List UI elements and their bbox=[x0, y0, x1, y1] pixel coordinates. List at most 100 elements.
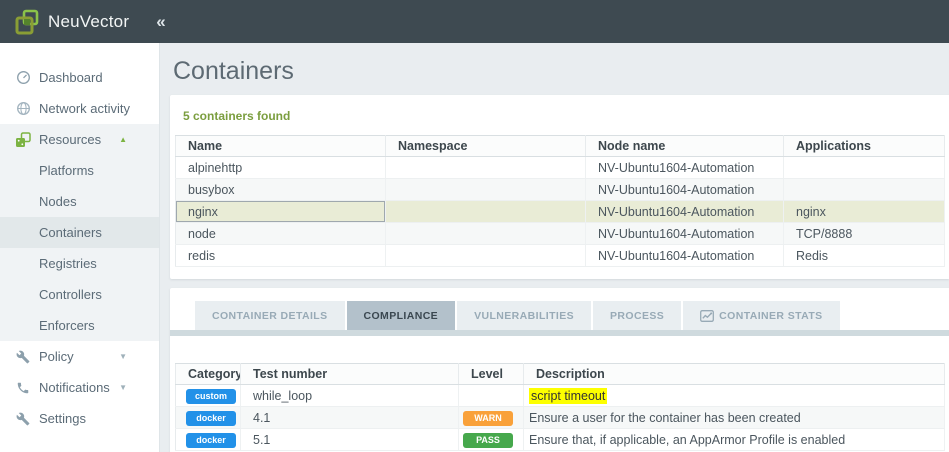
table-row-redis[interactable]: redis NV-Ubuntu1604-Automation Redis bbox=[175, 244, 945, 267]
sidebar-item-controllers[interactable]: Controllers bbox=[0, 279, 159, 310]
sidebar-item-policy[interactable]: Policy ▼ bbox=[0, 341, 159, 372]
compliance-table-header: Category Test number Level Description bbox=[175, 363, 945, 385]
cell-name[interactable]: node bbox=[175, 222, 386, 245]
column-header-category[interactable]: Category bbox=[175, 363, 241, 385]
page-title: Containers bbox=[173, 57, 294, 85]
cell-node-name[interactable]: NV-Ubuntu1604-Automation bbox=[585, 178, 784, 201]
sidebar-item-network-activity[interactable]: Network activity bbox=[0, 93, 159, 124]
tab-strip-divider bbox=[170, 330, 949, 336]
table-row-alpinehttp[interactable]: alpinehttp NV-Ubuntu1604-Automation bbox=[175, 156, 945, 179]
sidebar-item-label: Enforcers bbox=[39, 318, 95, 333]
chevron-up-icon[interactable]: ▲ bbox=[119, 135, 127, 144]
tab-vulnerabilities[interactable]: VULNERABILITIES bbox=[457, 301, 592, 330]
phone-icon bbox=[15, 380, 31, 396]
brand-title: NeuVector bbox=[48, 11, 130, 31]
sidebar-item-label: Containers bbox=[39, 225, 102, 240]
tab-process[interactable]: PROCESS bbox=[593, 301, 682, 330]
cell-namespace[interactable] bbox=[385, 156, 586, 179]
cell-name-focused[interactable]: nginx bbox=[175, 200, 386, 223]
sidebar-item-label: Nodes bbox=[39, 194, 77, 209]
sidebar-item-label: Registries bbox=[39, 256, 97, 271]
sidebar-item-dashboard[interactable]: Dashboard bbox=[0, 62, 159, 93]
cell-namespace[interactable] bbox=[385, 200, 586, 223]
sidebar-item-settings[interactable]: Settings bbox=[0, 403, 159, 434]
tab-compliance[interactable]: COMPLIANCE bbox=[346, 301, 456, 330]
chevron-down-icon[interactable]: ▼ bbox=[119, 352, 127, 361]
cell-test-number: 5.1 bbox=[240, 428, 459, 451]
containers-card: 5 containers found Name Namespace Node n… bbox=[170, 95, 949, 279]
level-badge-warn: WARN bbox=[463, 410, 513, 426]
cell-level: PASS bbox=[458, 428, 524, 451]
table-row-busybox[interactable]: busybox NV-Ubuntu1604-Automation bbox=[175, 178, 945, 201]
detail-tabs: CONTAINER DETAILS COMPLIANCE VULNERABILI… bbox=[195, 301, 949, 330]
containers-table-header: Name Namespace Node name Applications bbox=[175, 135, 945, 157]
tab-label: VULNERABILITIES bbox=[474, 309, 575, 322]
cell-node-name[interactable]: NV-Ubuntu1604-Automation bbox=[585, 244, 784, 267]
cell-description: script timeout bbox=[523, 384, 945, 407]
tab-container-stats[interactable]: CONTAINER STATS bbox=[683, 301, 840, 330]
cell-applications[interactable]: Redis bbox=[783, 244, 945, 267]
cell-description: Ensure a user for the container has been… bbox=[523, 406, 945, 429]
cell-namespace[interactable] bbox=[385, 222, 586, 245]
sidebar-item-label: Policy bbox=[39, 349, 74, 364]
sidebar-collapse-icon[interactable]: « bbox=[156, 12, 165, 32]
neuvector-logo-icon bbox=[13, 8, 41, 36]
sidebar: Dashboard Network activity Resources ▲ P… bbox=[0, 43, 160, 452]
cell-namespace[interactable] bbox=[385, 244, 586, 267]
sidebar-group-resources: Resources ▲ Platforms Nodes Containers R… bbox=[0, 124, 159, 341]
wrench-icon bbox=[15, 411, 31, 427]
category-badge-docker: docker bbox=[186, 432, 236, 448]
category-badge-docker: docker bbox=[186, 410, 236, 426]
sidebar-item-label: Settings bbox=[39, 411, 86, 426]
table-row-nginx-selected[interactable]: nginx NV-Ubuntu1604-Automation nginx bbox=[175, 200, 945, 223]
sidebar-item-resources[interactable]: Resources ▲ bbox=[0, 124, 159, 155]
compliance-row-5-1[interactable]: docker 5.1 PASS Ensure that, if applicab… bbox=[175, 428, 945, 451]
sidebar-item-containers[interactable]: Containers bbox=[0, 217, 159, 248]
column-header-name[interactable]: Name bbox=[175, 135, 386, 157]
cell-description: Ensure that, if applicable, an AppArmor … bbox=[523, 428, 945, 451]
cell-node-name[interactable]: NV-Ubuntu1604-Automation bbox=[585, 200, 784, 223]
sidebar-item-enforcers[interactable]: Enforcers bbox=[0, 310, 159, 341]
cell-level: WARN bbox=[458, 406, 524, 429]
sidebar-item-nodes[interactable]: Nodes bbox=[0, 186, 159, 217]
cell-name[interactable]: alpinehttp bbox=[175, 156, 386, 179]
tab-label: CONTAINER STATS bbox=[719, 309, 823, 322]
tab-label: CONTAINER DETAILS bbox=[212, 309, 328, 322]
chevron-down-icon[interactable]: ▼ bbox=[119, 383, 127, 392]
cubes-icon bbox=[15, 131, 31, 148]
tab-label: COMPLIANCE bbox=[363, 309, 439, 322]
table-row-node[interactable]: node NV-Ubuntu1604-Automation TCP/8888 bbox=[175, 222, 945, 245]
compliance-row-while-loop[interactable]: custom while_loop script timeout bbox=[175, 384, 945, 407]
cell-name[interactable]: redis bbox=[175, 244, 386, 267]
tab-container-details[interactable]: CONTAINER DETAILS bbox=[195, 301, 345, 330]
cell-category: custom bbox=[175, 384, 241, 407]
cell-namespace[interactable] bbox=[385, 178, 586, 201]
column-header-level[interactable]: Level bbox=[458, 363, 524, 385]
cell-applications[interactable] bbox=[783, 178, 945, 201]
sidebar-item-label: Platforms bbox=[39, 163, 94, 178]
containers-count-label: 5 containers found bbox=[183, 109, 291, 123]
top-bar: NeuVector « bbox=[0, 0, 949, 43]
cell-test-number: while_loop bbox=[240, 384, 459, 407]
cell-node-name[interactable]: NV-Ubuntu1604-Automation bbox=[585, 156, 784, 179]
sidebar-item-notifications[interactable]: Notifications ▼ bbox=[0, 372, 159, 403]
tools-icon bbox=[15, 349, 31, 365]
column-header-namespace[interactable]: Namespace bbox=[385, 135, 586, 157]
cell-applications[interactable]: nginx bbox=[783, 200, 945, 223]
column-header-node-name[interactable]: Node name bbox=[585, 135, 784, 157]
column-header-applications[interactable]: Applications bbox=[783, 135, 945, 157]
cell-node-name[interactable]: NV-Ubuntu1604-Automation bbox=[585, 222, 784, 245]
cell-name[interactable]: busybox bbox=[175, 178, 386, 201]
highlighted-description: script timeout bbox=[529, 387, 608, 404]
column-header-test-number[interactable]: Test number bbox=[240, 363, 459, 385]
chart-line-icon bbox=[700, 309, 715, 322]
sidebar-item-platforms[interactable]: Platforms bbox=[0, 155, 159, 186]
sidebar-item-label: Dashboard bbox=[39, 70, 103, 85]
column-header-description[interactable]: Description bbox=[523, 363, 945, 385]
sidebar-item-registries[interactable]: Registries bbox=[0, 248, 159, 279]
cell-applications[interactable]: TCP/8888 bbox=[783, 222, 945, 245]
cell-applications[interactable] bbox=[783, 156, 945, 179]
compliance-row-4-1[interactable]: docker 4.1 WARN Ensure a user for the co… bbox=[175, 406, 945, 429]
compliance-table: Category Test number Level Description c… bbox=[175, 363, 945, 451]
tab-label: PROCESS bbox=[610, 309, 665, 322]
